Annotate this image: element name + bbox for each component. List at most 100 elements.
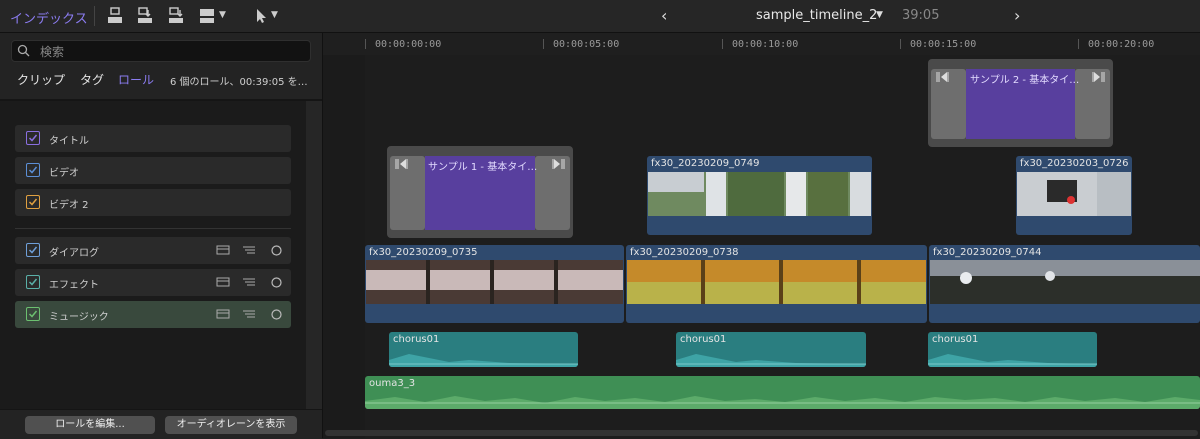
fade-out-icon bbox=[552, 159, 565, 169]
timeline-area[interactable]: 00:00:00:00 00:00:05:00 00:00:10:00 00:0… bbox=[323, 33, 1200, 438]
role-checkbox[interactable] bbox=[26, 195, 40, 209]
role-row-dialogue[interactable]: ダイアログ bbox=[15, 237, 291, 264]
show-audio-lanes-button[interactable]: オーディオレーンを表示 bbox=[165, 416, 297, 434]
ruler-tick bbox=[722, 39, 723, 49]
timeline-index-sidebar: 検索 クリップ タグ ロール 6 個のロール、00:39:05 を… タイトル … bbox=[0, 33, 323, 439]
role-row-effects[interactable]: エフェクト bbox=[15, 269, 291, 296]
title-clip-name: サンプル 2 - 基本タイ… bbox=[970, 75, 1080, 86]
focus-circle-icon[interactable] bbox=[271, 277, 282, 288]
role-label: ダイアログ bbox=[49, 248, 99, 259]
primary-video-clip[interactable]: fx30_20230209_0735 bbox=[365, 245, 624, 323]
filmstrip-thumbnails bbox=[627, 260, 926, 304]
clip-name: chorus01 bbox=[393, 334, 440, 345]
ruler-timecode: 00:00:15:00 bbox=[910, 39, 977, 50]
role-checkbox[interactable] bbox=[26, 275, 40, 289]
title-clip[interactable]: サンプル 1 - 基本タイ… bbox=[387, 146, 573, 238]
ruler-tick bbox=[543, 39, 544, 49]
timeline-horizontal-scrollbar[interactable] bbox=[325, 430, 1198, 436]
ruler-tick bbox=[900, 39, 901, 49]
role-row-video[interactable]: ビデオ bbox=[15, 157, 291, 184]
timeline-title[interactable]: sample_timeline_2 bbox=[756, 8, 877, 23]
ruler-timecode: 00:00:05:00 bbox=[553, 39, 620, 50]
chevron-left-icon[interactable]: ‹ bbox=[661, 6, 667, 25]
fade-in-icon bbox=[936, 72, 949, 82]
fade-in-icon bbox=[395, 159, 408, 169]
overwrite-clip-icon[interactable] bbox=[198, 7, 216, 25]
connect-clip-icon[interactable] bbox=[106, 7, 124, 25]
role-checkbox[interactable] bbox=[26, 243, 40, 257]
tool-menu-chevron-icon[interactable]: ▼ bbox=[271, 10, 278, 20]
index-button[interactable]: インデックス bbox=[10, 8, 88, 27]
role-label: タイトル bbox=[49, 136, 89, 147]
role-label: エフェクト bbox=[49, 280, 99, 291]
title-clip-name: サンプル 1 - 基本タイ… bbox=[428, 162, 538, 173]
chevron-right-icon[interactable]: › bbox=[1014, 6, 1020, 25]
role-checkbox[interactable] bbox=[26, 163, 40, 177]
roles-scrollbar[interactable] bbox=[306, 101, 322, 409]
clip-name: fx30_20230203_0726 bbox=[1020, 158, 1129, 169]
tab-roles[interactable]: ロール bbox=[118, 71, 154, 88]
search-input[interactable]: 検索 bbox=[11, 40, 311, 62]
audio-waveform bbox=[676, 354, 866, 367]
fade-out-icon bbox=[1092, 72, 1105, 82]
subrole-list-icon[interactable] bbox=[242, 245, 256, 255]
connected-video-clip[interactable]: fx30_20230203_0726 bbox=[1016, 156, 1132, 235]
clip-name: fx30_20230209_0735 bbox=[369, 247, 478, 258]
roles-summary: 6 個のロール、00:39:05 を… bbox=[170, 77, 308, 88]
timeline-duration: 39:05 bbox=[902, 8, 940, 23]
effect-audio-clip[interactable]: chorus01 bbox=[676, 332, 866, 367]
toolbar-divider bbox=[94, 6, 95, 26]
role-label: ミュージック bbox=[49, 312, 109, 323]
select-tool-icon[interactable] bbox=[252, 7, 270, 25]
focus-circle-icon[interactable] bbox=[271, 309, 282, 320]
filmstrip-thumbnails bbox=[366, 260, 623, 304]
audio-waveform bbox=[389, 354, 578, 367]
ruler-tick bbox=[1078, 39, 1079, 49]
focus-circle-icon[interactable] bbox=[271, 245, 282, 256]
filmstrip-thumbnails bbox=[930, 260, 1200, 304]
timeline-ruler[interactable]: 00:00:00:00 00:00:05:00 00:00:10:00 00:0… bbox=[323, 33, 1200, 55]
tab-tags[interactable]: タグ bbox=[80, 71, 104, 88]
role-row-video-2[interactable]: ビデオ 2 bbox=[15, 189, 291, 216]
ruler-timecode: 00:00:20:00 bbox=[1088, 39, 1155, 50]
clip-name: fx30_20230209_0738 bbox=[630, 247, 739, 258]
audio-lane-icon[interactable] bbox=[216, 309, 230, 319]
effect-audio-clip[interactable]: chorus01 bbox=[389, 332, 578, 367]
edit-menu-chevron-icon[interactable]: ▼ bbox=[219, 10, 226, 20]
search-icon bbox=[17, 44, 30, 57]
search-placeholder: 検索 bbox=[40, 45, 65, 59]
edit-roles-button[interactable]: ロールを編集... bbox=[25, 416, 155, 434]
primary-video-clip[interactable]: fx30_20230209_0744 bbox=[929, 245, 1200, 323]
clip-name: ouma3_3 bbox=[369, 378, 416, 389]
clip-name: chorus01 bbox=[680, 334, 727, 345]
role-checkbox[interactable] bbox=[26, 307, 40, 321]
subrole-list-icon[interactable] bbox=[242, 277, 256, 287]
audio-lane-icon[interactable] bbox=[216, 245, 230, 255]
title-clip[interactable]: サンプル 2 - 基本タイ… bbox=[928, 59, 1113, 147]
primary-video-clip[interactable]: fx30_20230209_0738 bbox=[626, 245, 927, 323]
audio-waveform bbox=[365, 396, 1200, 409]
role-label: ビデオ bbox=[49, 168, 79, 179]
toolbar: インデックス ▼ ▼ ‹ sample_timeline_2 ▼ 39:05 › bbox=[0, 0, 1200, 33]
clip-name: fx30_20230209_0749 bbox=[651, 158, 760, 169]
role-row-titles[interactable]: タイトル bbox=[15, 125, 291, 152]
append-clip-icon[interactable] bbox=[167, 7, 185, 25]
role-checkbox[interactable] bbox=[26, 131, 40, 145]
role-label: ビデオ 2 bbox=[49, 200, 89, 211]
clip-name: fx30_20230209_0744 bbox=[933, 247, 1042, 258]
tab-clips[interactable]: クリップ bbox=[17, 71, 65, 88]
music-audio-clip[interactable]: ouma3_3 bbox=[365, 376, 1200, 409]
audio-lane-icon[interactable] bbox=[216, 277, 230, 287]
connected-video-clip[interactable]: fx30_20230209_0749 bbox=[647, 156, 872, 235]
role-group-divider bbox=[15, 228, 291, 229]
insert-clip-icon[interactable] bbox=[136, 7, 154, 25]
sidebar-footer: ロールを編集... オーディオレーンを表示 bbox=[0, 409, 322, 439]
effect-audio-clip[interactable]: chorus01 bbox=[928, 332, 1097, 367]
filmstrip-thumbnails bbox=[648, 172, 871, 216]
role-row-music[interactable]: ミュージック bbox=[15, 301, 291, 328]
ruler-timecode: 00:00:10:00 bbox=[732, 39, 799, 50]
subrole-list-icon[interactable] bbox=[242, 309, 256, 319]
ruler-timecode: 00:00:00:00 bbox=[375, 39, 442, 50]
audio-waveform bbox=[928, 354, 1097, 367]
chevron-down-icon[interactable]: ▼ bbox=[876, 10, 883, 20]
